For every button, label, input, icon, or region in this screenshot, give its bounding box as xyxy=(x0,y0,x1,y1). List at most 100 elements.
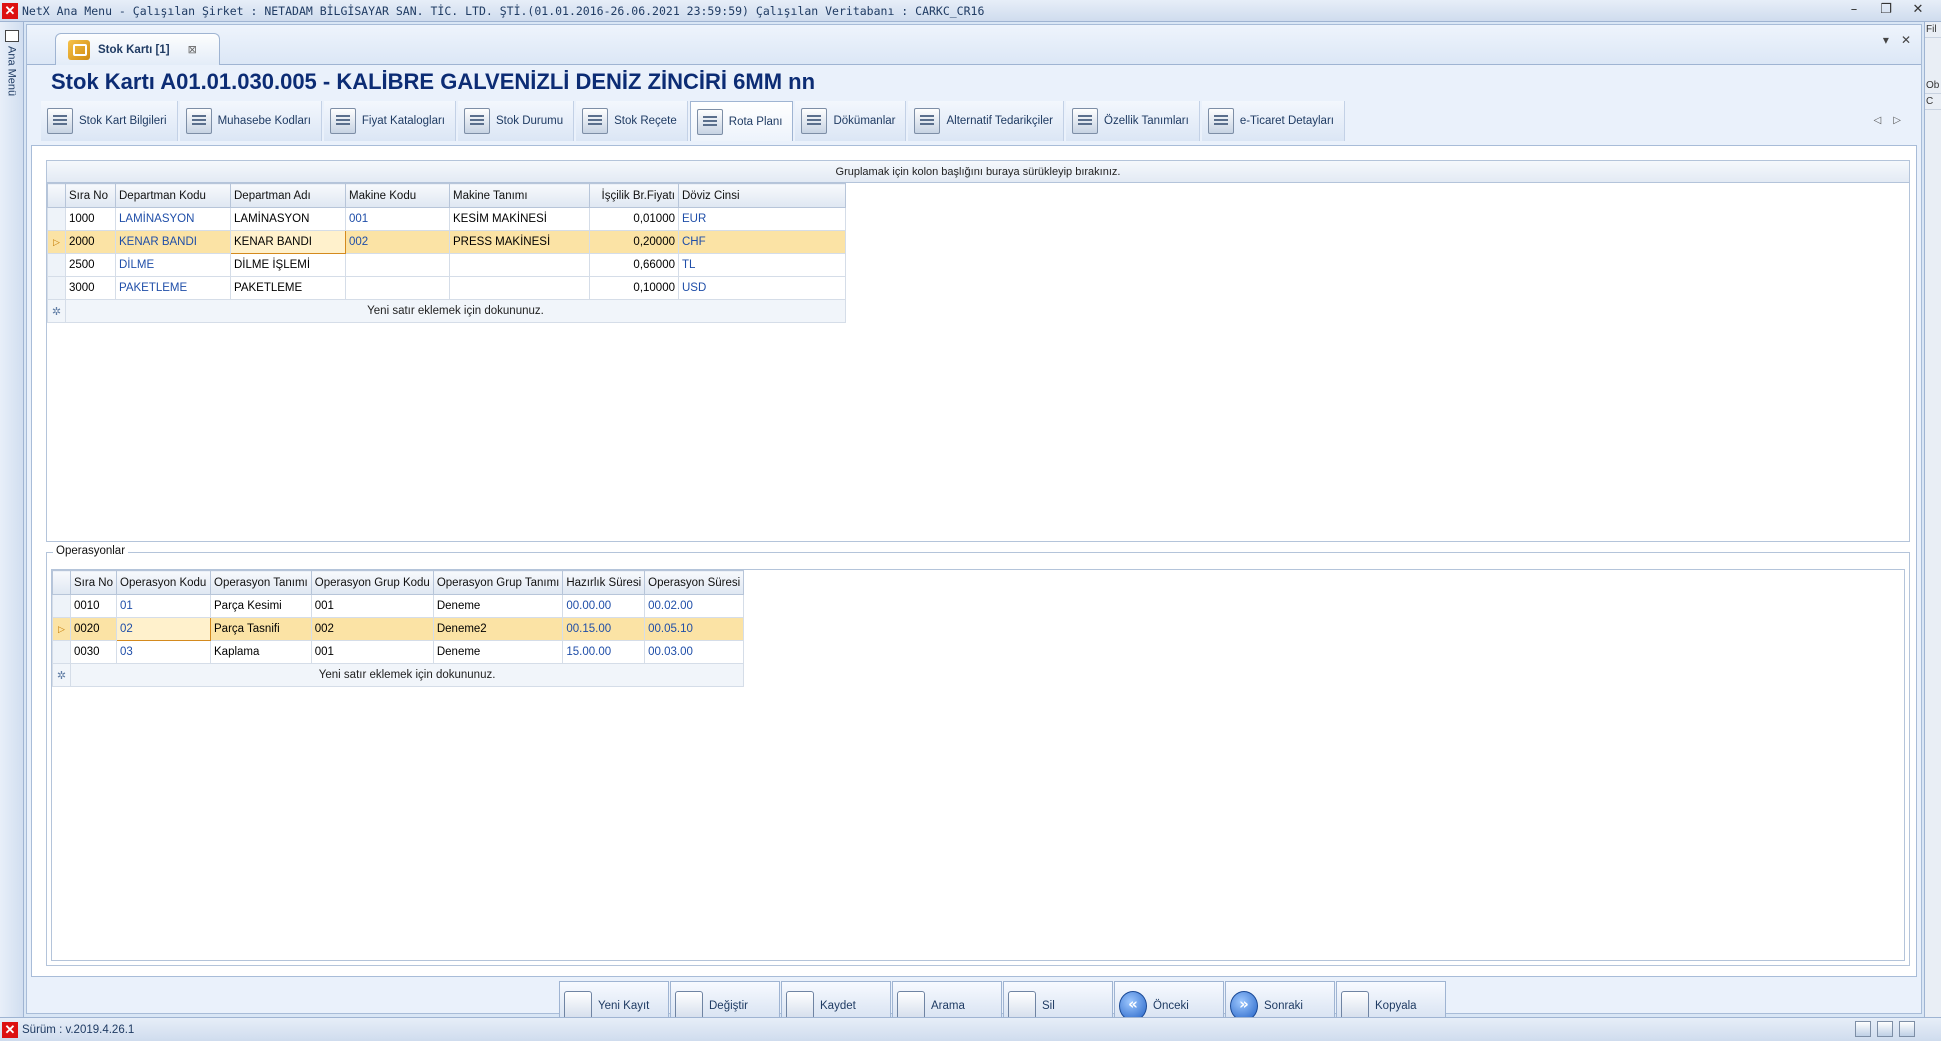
table-cell[interactable]: 001 xyxy=(310,640,434,664)
table-cell[interactable]: Deneme xyxy=(432,640,564,664)
table-cell[interactable]: LAMİNASYON xyxy=(115,207,231,231)
current-row-arrow-icon[interactable]: ▷ xyxy=(47,230,66,254)
row-indicator[interactable] xyxy=(52,640,71,664)
ribbon-tab-stock-card-info[interactable]: Stok Kart Bilgileri xyxy=(41,101,178,141)
tray-icon[interactable] xyxy=(1899,1021,1915,1037)
left-menu-panel[interactable]: Ana Menü xyxy=(0,22,24,1017)
pin-icon[interactable] xyxy=(4,30,19,42)
new-row[interactable]: ✲ Yeni satır eklemek için dokununuz. xyxy=(47,299,846,323)
table-cell[interactable]: DİLME xyxy=(115,253,231,277)
new-row-icon[interactable]: ✲ xyxy=(47,299,66,323)
table-cell[interactable]: Deneme xyxy=(432,594,564,618)
table-cell[interactable]: 00.05.10 xyxy=(644,617,745,641)
new-row-icon[interactable]: ✲ xyxy=(52,663,71,687)
restore-button[interactable]: ❐ xyxy=(1877,2,1895,18)
table-cell[interactable]: 0,10000 xyxy=(589,276,679,300)
column-header[interactable]: Operasyon Tanımı xyxy=(210,570,312,595)
column-header[interactable]: Döviz Cinsi xyxy=(678,183,846,208)
close-tab-icon[interactable]: ⊠ xyxy=(188,43,197,56)
column-header[interactable]: İşçilik Br.Fiyatı xyxy=(589,183,679,208)
table-cell[interactable]: 00.15.00 xyxy=(562,617,646,641)
table-cell[interactable]: 00.02.00 xyxy=(644,594,745,618)
table-cell[interactable]: LAMİNASYON xyxy=(230,207,346,231)
table-cell[interactable]: 0020 xyxy=(70,617,117,641)
ribbon-tab-stock-status[interactable]: Stok Durumu xyxy=(458,101,575,141)
table-cell[interactable]: EUR xyxy=(678,207,846,231)
table-cell[interactable]: 2500 xyxy=(65,253,116,277)
ribbon-tab-route-plan[interactable]: Rota Planı xyxy=(689,101,794,141)
table-row[interactable]: 2500 DİLME DİLME İŞLEMİ 0,66000 TL xyxy=(47,253,846,277)
table-cell[interactable]: 002 xyxy=(310,617,434,641)
column-header[interactable]: Departman Kodu xyxy=(115,183,231,208)
column-header[interactable]: Operasyon Süresi xyxy=(644,570,745,595)
table-cell[interactable]: PAKETLEME xyxy=(115,276,231,300)
column-header[interactable]: Departman Adı xyxy=(230,183,346,208)
table-row[interactable]: 0030 03 Kaplama 001 Deneme 15.00.00 00.0… xyxy=(52,640,745,664)
table-cell[interactable]: USD xyxy=(678,276,846,300)
column-header[interactable]: Operasyon Grup Kodu xyxy=(310,570,434,595)
right-strip-item[interactable]: C xyxy=(1925,94,1941,110)
table-cell[interactable]: 0010 xyxy=(70,594,117,618)
column-header[interactable]: Makine Kodu xyxy=(345,183,450,208)
ribbon-tab-ecommerce-details[interactable]: e-Ticaret Detayları xyxy=(1201,101,1345,141)
minimize-button[interactable]: – xyxy=(1845,2,1863,18)
table-row-selected[interactable]: ▷ 2000 KENAR BANDI KENAR BANDI 002 PRESS… xyxy=(47,230,846,254)
right-strip-item[interactable]: Ob xyxy=(1925,78,1941,94)
table-row[interactable]: 0010 01 Parça Kesimi 001 Deneme 00.00.00… xyxy=(52,594,745,618)
ribbon-tab-documents[interactable]: Dökümanlar xyxy=(795,101,907,141)
group-by-area[interactable]: Gruplamak için kolon başlığını buraya sü… xyxy=(47,161,1909,183)
new-row-hint[interactable]: Yeni satır eklemek için dokununuz. xyxy=(69,663,745,687)
table-cell[interactable]: Parça Kesimi xyxy=(210,594,312,618)
table-cell[interactable] xyxy=(449,276,590,300)
column-header[interactable]: Hazırlık Süresi xyxy=(562,570,646,595)
scroll-right-icon[interactable]: ▷ xyxy=(1893,115,1901,126)
table-cell[interactable]: CHF xyxy=(678,230,846,254)
table-row-selected[interactable]: ▷ 0020 02 Parça Tasnifi 002 Deneme2 00.1… xyxy=(52,617,745,641)
table-cell[interactable] xyxy=(449,253,590,277)
table-cell[interactable]: 002 xyxy=(345,230,450,254)
ribbon-tab-property-definitions[interactable]: Özellik Tanımları xyxy=(1066,101,1200,141)
ribbon-tab-price-catalogs[interactable]: Fiyat Katalogları xyxy=(323,101,457,141)
table-cell[interactable]: 1000 xyxy=(65,207,116,231)
table-cell[interactable]: 3000 xyxy=(65,276,116,300)
column-header[interactable]: Sıra No xyxy=(65,183,116,208)
table-cell[interactable]: 001 xyxy=(345,207,450,231)
tray-icon[interactable] xyxy=(1877,1021,1893,1037)
table-cell[interactable]: 00.03.00 xyxy=(644,640,745,664)
table-cell[interactable]: 00.00.00 xyxy=(562,594,646,618)
table-cell[interactable]: PRESS MAKİNESİ xyxy=(449,230,590,254)
column-header[interactable]: Sıra No xyxy=(70,570,117,595)
table-cell[interactable]: 0,66000 xyxy=(589,253,679,277)
table-cell[interactable]: Deneme2 xyxy=(432,617,564,641)
table-cell[interactable] xyxy=(345,253,450,277)
tray-icon[interactable] xyxy=(1855,1021,1871,1037)
close-document-icon[interactable]: ✕ xyxy=(1901,33,1911,47)
ribbon-tab-stock-recipe[interactable]: Stok Reçete xyxy=(576,101,688,141)
new-row[interactable]: ✲ Yeni satır eklemek için dokununuz. xyxy=(52,663,745,687)
column-header[interactable]: Operasyon Kodu xyxy=(116,570,211,595)
table-cell[interactable]: PAKETLEME xyxy=(230,276,346,300)
table-cell[interactable] xyxy=(345,276,450,300)
table-cell[interactable]: KESİM MAKİNESİ xyxy=(449,207,590,231)
chevron-down-icon[interactable]: ▾ xyxy=(1883,33,1889,47)
focused-cell[interactable]: 02 xyxy=(116,617,211,641)
table-cell[interactable]: 001 xyxy=(310,594,434,618)
new-row-hint[interactable]: Yeni satır eklemek için dokununuz. xyxy=(65,299,846,323)
focused-cell[interactable]: KENAR BANDI xyxy=(230,230,346,254)
table-cell[interactable]: 2000 xyxy=(65,230,116,254)
table-cell[interactable]: 0,20000 xyxy=(589,230,679,254)
current-row-arrow-icon[interactable]: ▷ xyxy=(52,617,71,641)
table-row[interactable]: 1000 LAMİNASYON LAMİNASYON 001 KESİM MAK… xyxy=(47,207,846,231)
row-indicator[interactable] xyxy=(47,207,66,231)
column-header[interactable]: Operasyon Grup Tanımı xyxy=(432,570,564,595)
table-cell[interactable]: TL xyxy=(678,253,846,277)
table-cell[interactable]: 0,01000 xyxy=(589,207,679,231)
table-cell[interactable]: Parça Tasnifi xyxy=(210,617,312,641)
close-button[interactable]: ✕ xyxy=(1909,2,1927,18)
table-cell[interactable]: 01 xyxy=(116,594,211,618)
table-cell[interactable]: KENAR BANDI xyxy=(115,230,231,254)
table-row[interactable]: 3000 PAKETLEME PAKETLEME 0,10000 USD xyxy=(47,276,846,300)
scroll-left-icon[interactable]: ◁ xyxy=(1874,115,1882,126)
main-menu-label[interactable]: Ana Menü xyxy=(6,46,18,96)
row-indicator[interactable] xyxy=(52,594,71,618)
